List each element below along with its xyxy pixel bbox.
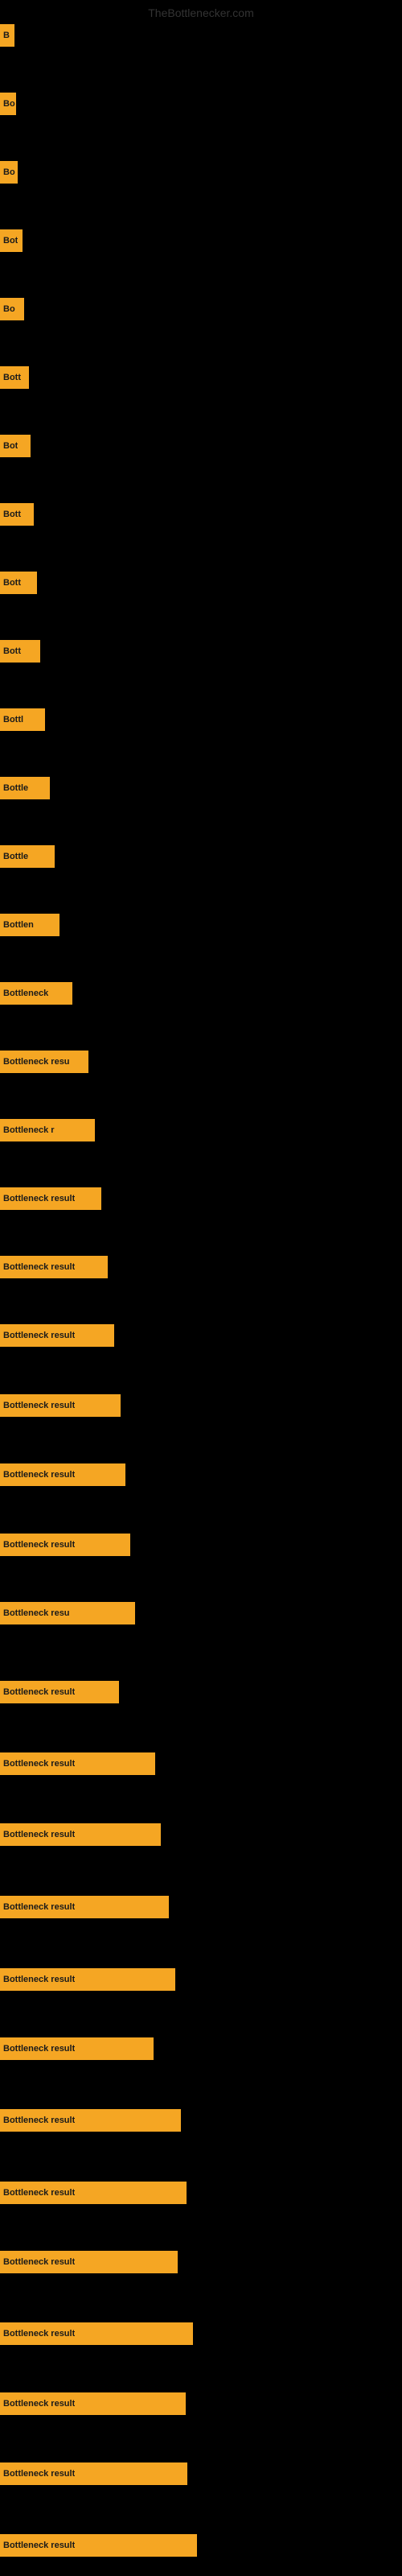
bar-label: Bottl: [3, 715, 23, 724]
bar-label: Bot: [3, 236, 18, 246]
bar-item: Bottleneck result: [0, 1463, 125, 1486]
bar-item: Bottleneck result: [0, 1752, 155, 1775]
site-title: TheBottlenecker.com: [148, 6, 254, 19]
bar-item: Bott: [0, 366, 29, 389]
bar-item: Bottleneck result: [0, 1394, 121, 1417]
bar-label: Bottleneck result: [3, 2329, 75, 2339]
bar-label: Bott: [3, 510, 21, 519]
bar-item: Bottleneck result: [0, 2182, 187, 2204]
bar-item: Bottleneck resu: [0, 1602, 135, 1624]
bar-label: Bott: [3, 373, 21, 382]
bar-item: B: [0, 24, 14, 47]
bar-label: Bottleneck r: [3, 1125, 55, 1135]
bar-label: Bottleneck: [3, 989, 48, 998]
bar-item: Bottl: [0, 708, 45, 731]
bar-label: Bottleneck result: [3, 2044, 75, 2054]
bar-label: Bo: [3, 99, 15, 109]
bar-label: Bottleneck result: [3, 1401, 75, 1410]
bar-item: Bo: [0, 161, 18, 184]
bar-label: Bott: [3, 578, 21, 588]
bar-label: Bottleneck result: [3, 1759, 75, 1769]
bar-item: Bottleneck result: [0, 1187, 101, 1210]
bar-label: Bottleneck result: [3, 2469, 75, 2479]
bar-item: Bottle: [0, 777, 50, 799]
bar-item: Bot: [0, 229, 23, 252]
bar-label: Bottleneck result: [3, 1902, 75, 1912]
bar-item: Bottleneck r: [0, 1119, 95, 1141]
bar-label: Bottleneck result: [3, 1331, 75, 1340]
bar-label: Bottle: [3, 852, 28, 861]
bar-label: Bottleneck result: [3, 1687, 75, 1697]
bar-item: Bottleneck result: [0, 1681, 119, 1703]
bar-item: Bott: [0, 503, 34, 526]
bar-item: Bottleneck result: [0, 1534, 130, 1556]
bar-item: Bottleneck result: [0, 2392, 186, 2415]
bar-label: Bottle: [3, 783, 28, 793]
bar-item: Bottleneck result: [0, 2322, 193, 2345]
bar-label: Bottleneck result: [3, 2541, 75, 2550]
bar-label: Bottleneck result: [3, 2399, 75, 2409]
bar-item: Bottleneck result: [0, 1896, 169, 1918]
bar-item: Bottleneck result: [0, 2534, 197, 2557]
bar-item: Bottleneck result: [0, 1324, 114, 1347]
bar-label: Bottleneck result: [3, 1470, 75, 1480]
bar-label: Bottleneck result: [3, 2257, 75, 2267]
bar-label: Bottleneck result: [3, 1830, 75, 1839]
bar-label: Bo: [3, 304, 15, 314]
bar-item: Bott: [0, 640, 40, 663]
bar-item: Bottleneck result: [0, 1968, 175, 1991]
bar-item: Bott: [0, 572, 37, 594]
bar-item: Bottleneck result: [0, 2462, 187, 2485]
bar-item: Bo: [0, 93, 16, 115]
bar-label: Bott: [3, 646, 21, 656]
bar-item: Bottleneck resu: [0, 1051, 88, 1073]
bar-item: Bottlen: [0, 914, 59, 936]
bar-label: Bo: [3, 167, 15, 177]
bar-item: Bottleneck: [0, 982, 72, 1005]
bar-item: Bottleneck result: [0, 2109, 181, 2132]
bar-label: Bottleneck result: [3, 1262, 75, 1272]
bar-label: Bot: [3, 441, 18, 451]
bar-item: Bottleneck result: [0, 1823, 161, 1846]
bar-item: Bottleneck result: [0, 2251, 178, 2273]
bar-label: Bottleneck resu: [3, 1057, 70, 1067]
bar-label: Bottlen: [3, 920, 34, 930]
bar-label: Bottleneck result: [3, 2116, 75, 2125]
bar-label: Bottleneck result: [3, 1194, 75, 1203]
bar-label: Bottleneck resu: [3, 1608, 70, 1618]
bar-item: Bottleneck result: [0, 2037, 154, 2060]
bar-label: Bottleneck result: [3, 1540, 75, 1550]
bar-item: Bottle: [0, 845, 55, 868]
bar-item: Bo: [0, 298, 24, 320]
bar-label: Bottleneck result: [3, 2188, 75, 2198]
bar-label: Bottleneck result: [3, 1975, 75, 1984]
bar-item: Bot: [0, 435, 31, 457]
bar-label: B: [3, 31, 10, 40]
bar-item: Bottleneck result: [0, 1256, 108, 1278]
